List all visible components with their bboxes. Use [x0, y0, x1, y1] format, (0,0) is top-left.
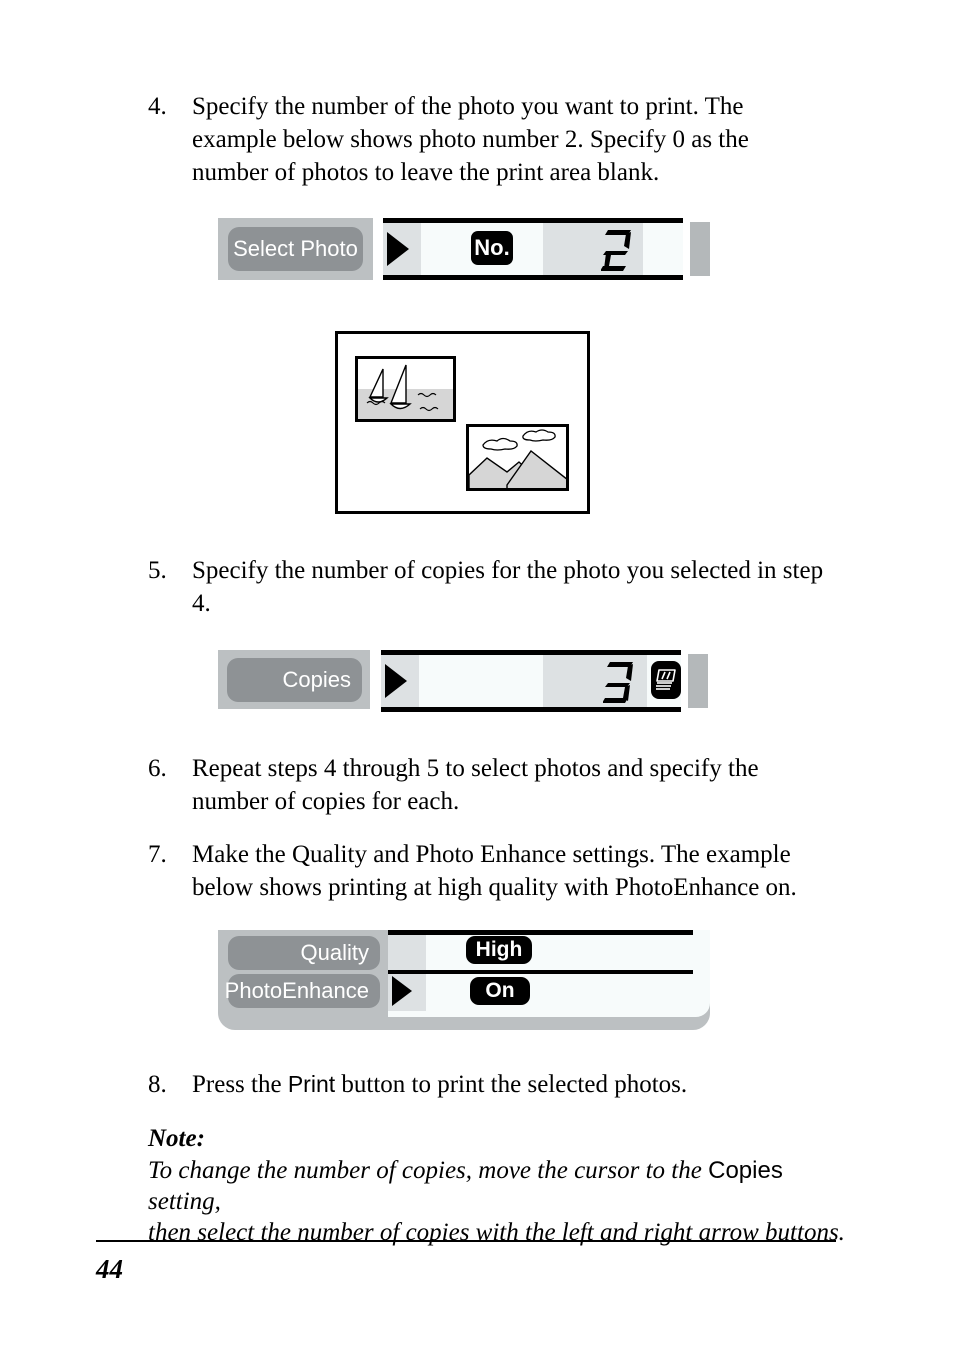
sailboats-drawing: [358, 359, 453, 419]
copies-setting-name: Copies: [708, 1157, 783, 1184]
step-8: 8. Press the Print button to print the s…: [148, 1068, 848, 1101]
quality-lcd: High On: [388, 930, 710, 1017]
copies-label: Copies: [282, 667, 351, 692]
copies-lcd: [381, 650, 681, 712]
page-number: 44: [96, 1254, 123, 1284]
step-4-number: 4.: [148, 93, 167, 120]
copies-right-bar: [688, 654, 708, 708]
photoenhance-value: On: [485, 979, 515, 1002]
step-5-text: Specify the number of copies for the pho…: [192, 557, 824, 617]
lcd-row-separator: [388, 970, 693, 974]
lcd-bottom-rule: [383, 275, 683, 280]
step-6-number: 6.: [148, 755, 167, 782]
copies-panel: Copies: [218, 650, 710, 712]
step-8-text-after: button to print the selected photos.: [335, 1071, 688, 1098]
step-4-text: Specify the number of the photo you want…: [192, 93, 749, 186]
mountains-drawing: [469, 427, 566, 488]
quality-row-cell: [388, 935, 426, 970]
step-5-number: 5.: [148, 557, 167, 584]
step-7-text: Make the Quality and Photo Enhance setti…: [192, 841, 797, 901]
select-photo-lcd: No.: [383, 218, 683, 280]
quality-label: Quality: [300, 940, 369, 965]
footer-divider: [96, 1240, 836, 1242]
note-line1-after: setting,: [148, 1188, 221, 1215]
photoenhance-value-tag: On: [470, 977, 530, 1005]
select-photo-field-tag-label: No.: [474, 235, 510, 260]
note-body: To change the number of copies, move the…: [148, 1155, 858, 1248]
sailboats-photo: [355, 356, 456, 422]
photoenhance-label-button[interactable]: PhotoEnhance: [224, 974, 380, 1008]
step-6-text: Repeat steps 4 through 5 to select photo…: [192, 755, 759, 815]
select-photo-cursor-cell: [383, 223, 421, 275]
manual-page: 4. Specify the number of the photo you w…: [0, 0, 954, 1349]
step-4: 4. Specify the number of the photo you w…: [148, 90, 828, 189]
lcd-bottom-rule: [381, 707, 681, 712]
select-photo-label: Select Photo: [233, 236, 358, 261]
note-heading: Note:: [148, 1125, 205, 1152]
quality-label-button[interactable]: Quality: [228, 936, 380, 970]
cursor-arrow-icon: [385, 664, 407, 698]
photoenhance-cursor-cell: [388, 974, 426, 1011]
step-6: 6. Repeat steps 4 through 5 to select ph…: [148, 752, 828, 818]
step-8-text: Press the Print button to print the sele…: [192, 1068, 687, 1101]
quality-value: High: [475, 938, 523, 961]
stacked-sheets-icon: [651, 661, 681, 699]
lcd-top-rule: [388, 930, 693, 935]
photoenhance-label: PhotoEnhance: [224, 978, 369, 1003]
step-8-text-before: Press the: [192, 1071, 288, 1098]
select-photo-label-button[interactable]: Select Photo: [228, 227, 363, 271]
note-line1-before: To change the number of copies, move the…: [148, 1157, 709, 1184]
quality-panel: Quality PhotoEnhance High On: [218, 930, 710, 1030]
stacked-sheets-glyph: [656, 669, 676, 690]
copies-cursor-cell: [381, 655, 419, 707]
select-photo-value-digit: [601, 230, 631, 271]
print-layout-example: [335, 331, 590, 514]
select-photo-right-bar: [690, 222, 710, 276]
step-8-number: 8.: [148, 1071, 167, 1098]
copies-value-digit: [603, 662, 633, 703]
copies-label-button[interactable]: Copies: [227, 658, 362, 702]
mountains-photo: [466, 424, 569, 491]
step-5: 5. Specify the number of copies for the …: [148, 554, 828, 620]
step-7-number: 7.: [148, 841, 167, 868]
cursor-arrow-icon: [387, 232, 409, 266]
select-photo-field-tag: No.: [471, 231, 513, 265]
quality-value-tag: High: [466, 936, 532, 964]
cursor-arrow-icon: [392, 976, 412, 1006]
select-photo-panel: Select Photo No.: [218, 218, 710, 280]
print-button-name: Print: [287, 1071, 336, 1097]
step-7: 7. Make the Quality and Photo Enhance se…: [148, 838, 838, 904]
